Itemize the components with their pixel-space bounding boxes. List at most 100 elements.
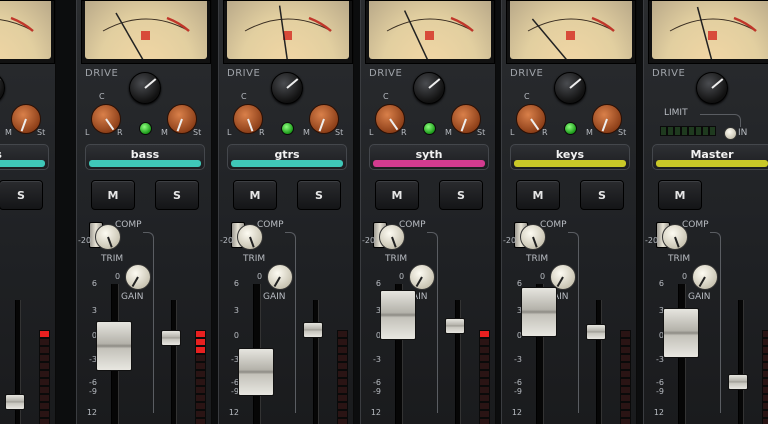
channel-name[interactable]: bass [85,144,205,170]
mode-st-label: St [37,128,46,137]
channel-fader[interactable] [238,348,274,397]
level-meter-segment [39,338,50,346]
level-meter-segment [337,346,348,354]
level-meter-segment [39,354,50,362]
mode-knob[interactable] [592,104,622,134]
level-meter-segment [479,418,490,424]
pan-knob[interactable] [91,104,121,134]
level-meter-segment [337,410,348,418]
trim-label: TRIM [668,254,691,264]
mode-knob[interactable] [451,104,481,134]
solo-button[interactable]: S [0,180,43,210]
channel-name[interactable]: keys [510,144,630,170]
drive-knob[interactable] [129,72,161,104]
mute-button[interactable]: M [516,180,560,210]
fader-scale-label: -9 [89,387,97,396]
drive-knob[interactable] [696,72,728,104]
drive-knob[interactable] [0,72,5,104]
aux-fader[interactable] [586,324,606,340]
solo-button[interactable]: S [297,180,341,210]
mode-knob[interactable] [167,104,197,134]
gain-knob[interactable] [125,264,151,290]
channel-name[interactable]: ums [0,144,49,170]
trim-knob[interactable] [95,224,121,250]
comp-label: COMP [257,220,284,230]
channel-strip-keys: DRIVE C L R M St keys M S COMP -20 TRIM 0 GAIN 6 3 0 -3 -6… [501,0,637,424]
stereo-link-led[interactable] [281,122,294,135]
channel-name[interactable]: Master [652,144,768,170]
mode-indicator [176,118,183,132]
stereo-link-led[interactable] [139,122,152,135]
pan-knob[interactable] [375,104,405,134]
vu-meter-logo-icon [141,31,150,40]
mute-button[interactable]: M [233,180,277,210]
mode-m-label: M [303,128,310,137]
gain-knob[interactable] [550,264,576,290]
stereo-link-led[interactable] [564,122,577,135]
channel-fader[interactable] [521,287,557,338]
aux-fader[interactable] [303,322,323,338]
fader-scale-label: 12 [86,408,97,417]
channel-fader[interactable] [380,289,416,340]
comp-label: COMP [682,220,709,230]
level-meter-segment [195,402,206,410]
trim-knob[interactable] [237,224,263,250]
vu-meter-face [652,1,768,59]
mode-knob[interactable] [11,104,41,134]
fader-scale-label: 12 [511,408,522,417]
aux-fader[interactable] [161,330,181,346]
level-meter-segment [337,330,348,338]
channel-strip-gtrs: DRIVE C L R M St gtrs M S COMP -20 TRIM 0 GAIN 6 3 0 -3 -6… [218,0,354,424]
gain-knob[interactable] [692,264,718,290]
drive-knob[interactable] [554,72,586,104]
limit-meter-segment [709,126,716,136]
level-meter-segment [337,402,348,410]
gain-knob[interactable] [267,264,293,290]
channel-strip-ums: DRIVECLRMStumsMSCOMP-20TRIM0GAIN630-3-6-… [0,0,56,424]
level-meter-segment [479,362,490,370]
gain-knob[interactable] [409,264,435,290]
mute-button[interactable]: M [658,180,702,210]
aux-fader[interactable] [5,394,25,410]
aux-fader[interactable] [445,318,465,334]
level-meter-segment [479,346,490,354]
channel-fader[interactable] [663,307,699,358]
level-meter-segment [195,386,206,394]
solo-button[interactable]: S [580,180,624,210]
level-meter-segment [195,378,206,386]
solo-button[interactable]: S [439,180,483,210]
mode-knob[interactable] [309,104,339,134]
level-meter-segment [195,346,206,354]
fader-scale-label: 0 [91,331,97,340]
drive-knob[interactable] [413,72,445,104]
trim-label: TRIM [243,254,266,264]
comp-bracket [285,232,296,413]
channel-fader[interactable] [96,321,132,372]
fader-scale-label: -9 [373,387,381,396]
vu-meter-face [0,1,51,59]
aux-fader[interactable] [728,374,748,390]
pan-knob[interactable] [516,104,546,134]
drive-knob[interactable] [271,72,303,104]
trim-knob[interactable] [662,224,688,250]
limit-meter-segment [702,126,709,136]
pan-knob[interactable] [233,104,263,134]
level-meter-segment [479,330,490,338]
level-meter-segment [620,362,631,370]
level-meter-segment [337,362,348,370]
limit-in-switch[interactable] [724,127,737,140]
stereo-link-led[interactable] [423,122,436,135]
level-meter-segment [762,386,768,394]
vu-scale [669,6,757,59]
channel-name[interactable]: syth [369,144,489,170]
trim-knob[interactable] [379,224,405,250]
limit-meter-segment [660,126,667,136]
level-meter-segment [620,354,631,362]
trim-knob[interactable] [520,224,546,250]
gain-zero-label: 0 [257,272,263,281]
solo-button[interactable]: S [155,180,199,210]
mute-button[interactable]: M [375,180,419,210]
fader-scale-label: -6 [89,378,97,387]
mute-button[interactable]: M [91,180,135,210]
channel-name[interactable]: gtrs [227,144,347,170]
